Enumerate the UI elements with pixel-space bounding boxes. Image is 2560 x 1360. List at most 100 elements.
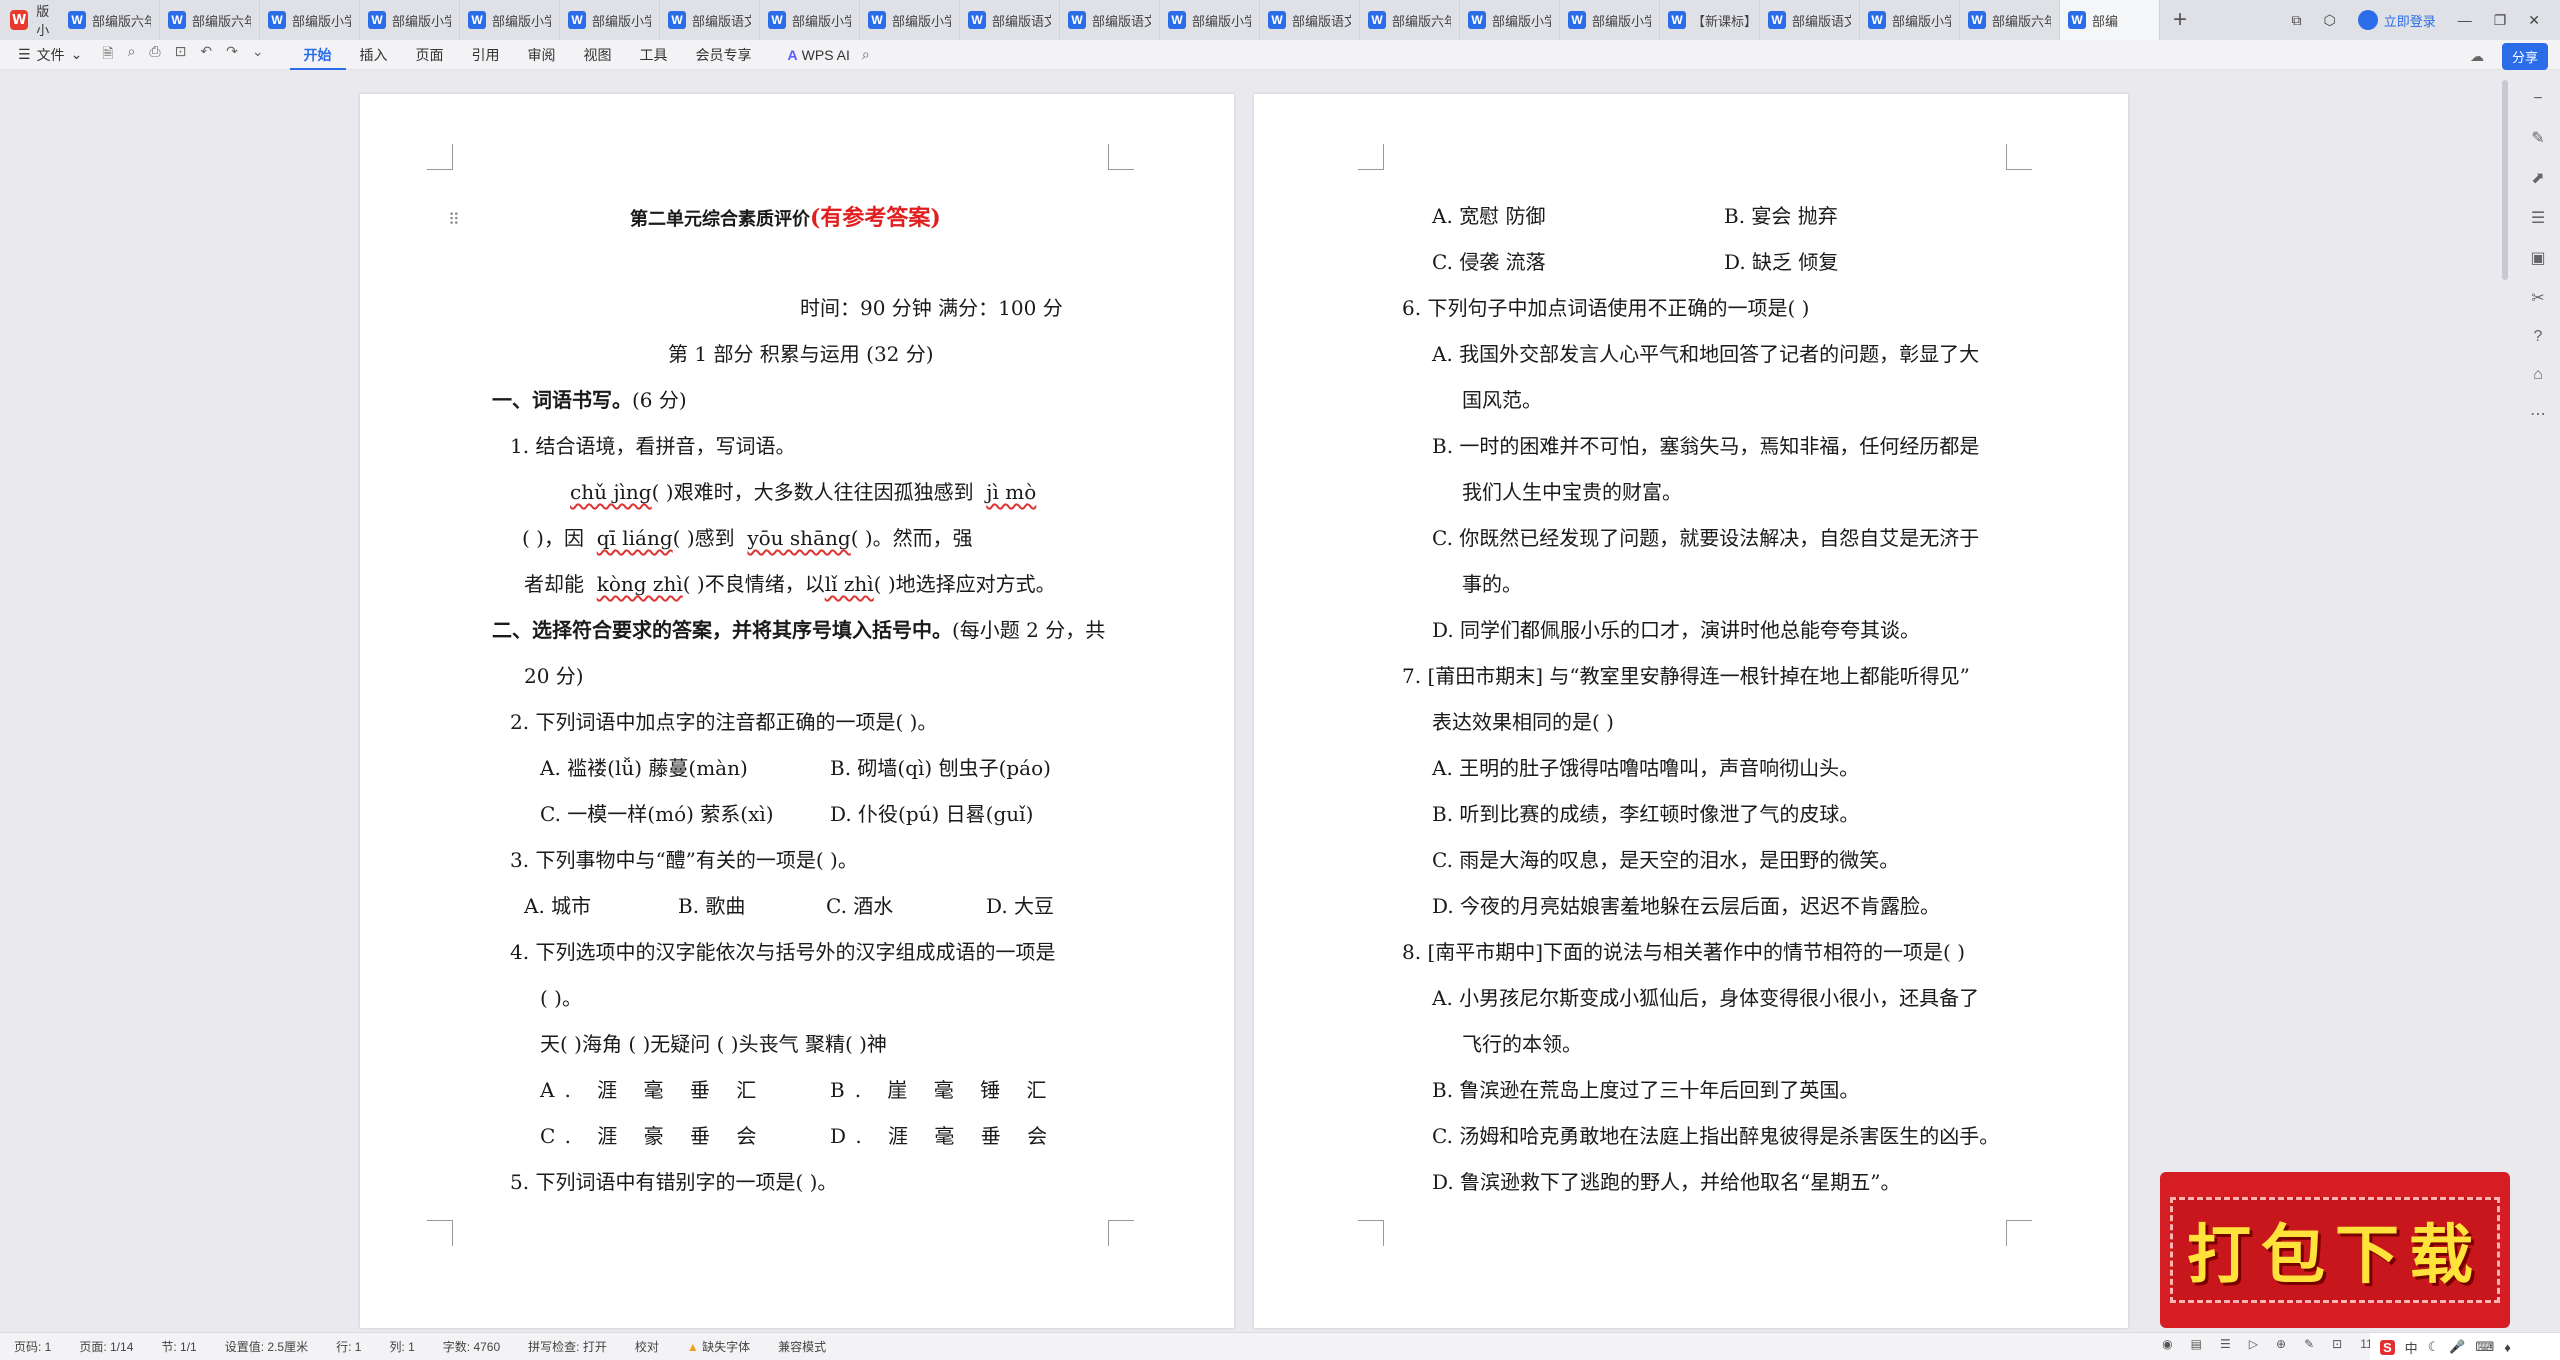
tab-label: 部编版语文 (1792, 13, 1851, 29)
q1-text: ( )不良情绪，以 (682, 572, 825, 596)
pen-icon[interactable]: ✎ (2531, 128, 2544, 148)
print-preview-icon[interactable]: ⊡ (175, 43, 187, 67)
undo-icon[interactable]: ↶ (200, 43, 212, 67)
document-tab[interactable]: W 部编版语文 (960, 0, 1060, 40)
web-view-icon[interactable]: ⊕ (2276, 1337, 2286, 1351)
section1-heading: 一、词语书写。(6 分) (492, 386, 687, 414)
question-1: 1. 结合语境，看拼音，写词语。 (510, 434, 796, 458)
q1-line-2: ( )，因 qī liáng( )感到 yōu shāng( )。然而，强 (522, 524, 973, 552)
document-tab[interactable]: W 部编版小学 (460, 0, 560, 40)
status-missing-font[interactable]: ▲ 缺失字体 (673, 1338, 764, 1355)
document-tab[interactable]: W 部编版语文 (1260, 0, 1360, 40)
shirt-icon[interactable]: ♦ (2504, 1340, 2511, 1355)
status-setting[interactable]: 设置值: 2.5厘米 (211, 1338, 322, 1355)
download-banner[interactable]: 打包下载 (2160, 1172, 2510, 1328)
mic-icon[interactable]: 🎤 (2449, 1339, 2465, 1355)
cloud-sync-icon[interactable]: ☁ (2470, 48, 2484, 65)
status-section[interactable]: 节: 1/1 (147, 1338, 210, 1355)
cube-icon[interactable]: ⬡ (2323, 12, 2335, 29)
ribbon-tab[interactable]: 开始 (289, 40, 346, 70)
moon-icon[interactable]: ☾ (2428, 1339, 2440, 1355)
q7-option-a: A. 王明的肚子饿得咕噜咕噜叫，声音响彻山头。 (1432, 756, 1860, 780)
redo-icon[interactable]: ↷ (226, 43, 238, 67)
ime-mode[interactable]: 中 (2405, 1338, 2418, 1357)
document-tab[interactable]: W 部编版小学 (360, 0, 460, 40)
shirt-icon[interactable]: ⌂ (2533, 366, 2543, 384)
tab-list-icon[interactable]: ⧉ (2291, 12, 2301, 29)
ribbon-tab[interactable]: 引用 (458, 40, 514, 70)
document-tab[interactable]: W 部编版小学 (1560, 0, 1660, 40)
status-word-count[interactable]: 字数: 4760 (429, 1338, 514, 1355)
document-tab[interactable]: W 部编版六年 (60, 0, 160, 40)
restore-icon[interactable]: ❐ (2494, 12, 2507, 29)
app-home-tab[interactable]: W 版小 (0, 0, 60, 40)
close-icon[interactable]: ✕ (2528, 12, 2540, 29)
image-tool-icon[interactable]: ▣ (2530, 248, 2545, 268)
status-spell-check[interactable]: 拼写检查: 打开 (514, 1338, 621, 1355)
sogou-logo-icon[interactable]: S (2380, 1339, 2395, 1355)
document-tab[interactable]: W 部编版六年 (160, 0, 260, 40)
download-banner-text: 打包下载 (2187, 1219, 2483, 1293)
save-icon[interactable]: 🗎 (102, 43, 113, 67)
q3-option-b: B. 歌曲 (678, 894, 746, 918)
eye-icon[interactable]: ◉ (2162, 1337, 2172, 1351)
q3-option-d: D. 大豆 (986, 894, 1055, 918)
document-tab[interactable]: W 部编版小学 (760, 0, 860, 40)
keyboard-icon[interactable]: ⌨ (2476, 1339, 2495, 1355)
file-menu-button[interactable]: ☰ 文件 ⌄ (0, 45, 102, 65)
ribbon-tab[interactable]: 工具 (626, 40, 682, 70)
select-cursor-icon[interactable]: ⬈ (2531, 168, 2544, 188)
avatar (2357, 10, 2378, 30)
paragraph-drag-handle[interactable]: ⠿ (448, 210, 460, 229)
document-tab[interactable]: W 部编版语文 (1060, 0, 1160, 40)
page-view-icon[interactable]: ▤ (2191, 1337, 2202, 1351)
ribbon-tab[interactable]: 视图 (570, 40, 626, 70)
document-tab[interactable]: W 部编版小学 (260, 0, 360, 40)
search-icon[interactable]: ⌕ (862, 46, 870, 63)
status-page-code[interactable]: 页码: 1 (0, 1338, 65, 1355)
more-icon[interactable]: ⋯ (2530, 404, 2546, 424)
document-tab[interactable]: W 部编版小学 (1160, 0, 1260, 40)
document-tab[interactable]: W 【新课标】 (1660, 0, 1760, 40)
minimize-icon[interactable]: — (2458, 12, 2472, 28)
tab-label: 部编版小学 (1592, 13, 1651, 29)
ribbon-right-tools: ☁ 分享 (2470, 43, 2548, 70)
window-controls: ⧉ ⬡ 立即登录 — ❐ ✕ (2291, 0, 2560, 40)
document-tab[interactable]: W 部编版小学 (1460, 0, 1560, 40)
status-page-count[interactable]: 页面: 1/14 (65, 1338, 147, 1355)
document-tab[interactable]: W 部编版六年 (1960, 0, 2060, 40)
login-button[interactable]: 立即登录 (2357, 10, 2436, 30)
status-proof[interactable]: 校对 (621, 1338, 673, 1355)
ribbon-tab[interactable]: 插入 (346, 40, 402, 70)
collapse-icon[interactable]: − (2533, 90, 2542, 108)
play-icon[interactable]: ▷ (2249, 1337, 2258, 1351)
chevron-down-icon: ⌄ (70, 46, 83, 62)
vertical-scrollbar[interactable] (2502, 80, 2508, 280)
tools-icon[interactable]: ✂ (2531, 288, 2544, 308)
wps-ai-button[interactable]: A WPS AI (766, 47, 862, 63)
tab-label: 部编版小学 (892, 13, 951, 29)
ribbon-tab[interactable]: 会员专享 (682, 40, 766, 70)
ribbon-tab[interactable]: 审阅 (514, 40, 570, 70)
document-tab[interactable]: W 部编版六年 (1360, 0, 1460, 40)
new-tab-button[interactable]: + (2160, 0, 2200, 40)
section1-score: (6 分) (632, 388, 687, 412)
document-tab[interactable]: W 部编版语文 (660, 0, 760, 40)
fit-page-icon[interactable]: ⊡ (2332, 1337, 2342, 1351)
ribbon-tab[interactable]: 页面 (402, 40, 458, 70)
document-page-1[interactable]: ⠿ 第二单元综合素质评价(有参考答案) 时间：90 分钟 满分：100 分 第 … (360, 94, 1234, 1328)
style-settings-icon[interactable]: ☰ (2531, 208, 2545, 228)
help-icon[interactable]: ? (2534, 328, 2543, 346)
document-page-2[interactable]: A. 宽慰 防御 B. 宴会 抛弃 C. 侵袭 流落 D. 缺乏 倾复 6. 下… (1254, 94, 2128, 1328)
document-tab[interactable]: W 部编 (2060, 0, 2160, 40)
more-chevron-icon[interactable]: ⌄ (252, 43, 264, 67)
document-tab[interactable]: W 部编版语文 (1760, 0, 1860, 40)
pen-view-icon[interactable]: ✎ (2304, 1337, 2314, 1351)
print-icon[interactable]: ⎙ (149, 43, 160, 67)
document-tab[interactable]: W 部编版小学 (1860, 0, 1960, 40)
document-tab[interactable]: W 部编版小学 (560, 0, 660, 40)
share-button[interactable]: 分享 (2501, 43, 2548, 70)
search-doc-icon[interactable]: ⌕ (128, 43, 136, 67)
document-tab[interactable]: W 部编版小学 (860, 0, 960, 40)
outline-view-icon[interactable]: ☰ (2220, 1337, 2231, 1351)
